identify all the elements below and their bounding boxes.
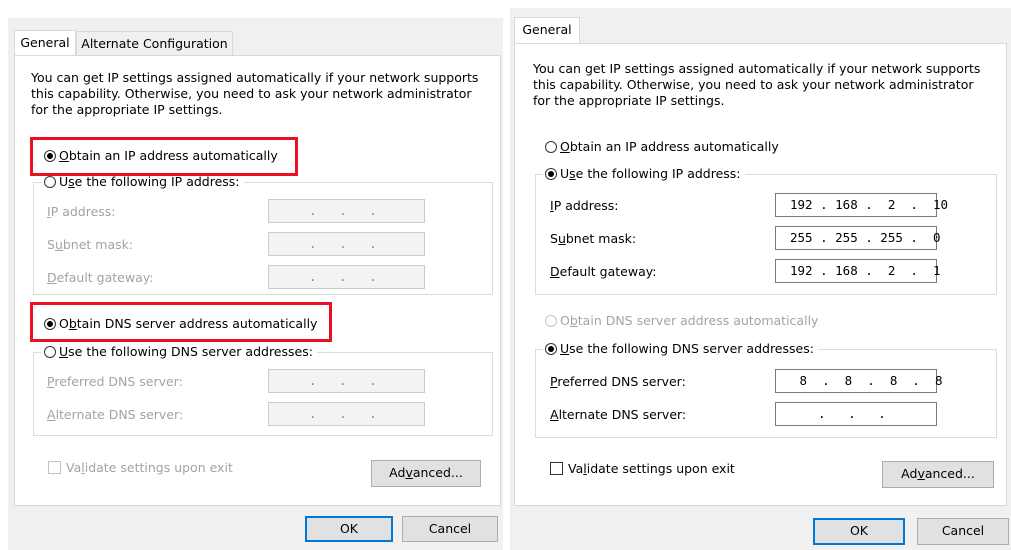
info-line: this capability. Otherwise, you need to … — [31, 86, 472, 101]
ip-address-field[interactable]: . . . — [268, 199, 425, 223]
obtain-ip-auto-radio[interactable]: Obtain an IP address automatically — [545, 138, 779, 156]
obtain-ip-auto-radio[interactable]: Obtain an IP address automatically — [44, 147, 278, 165]
advanced-button[interactable]: Advanced... — [371, 460, 481, 487]
right-dialog: General You can get IP settings assigned… — [508, 0, 1011, 550]
radio-unselected-icon — [44, 346, 56, 358]
ip-address-label: IP address: — [550, 198, 619, 213]
info-line: You can get IP settings assigned automat… — [533, 61, 981, 76]
use-following-dns-radio[interactable]: Use the following DNS server addresses: — [42, 343, 317, 361]
ok-button[interactable]: OK — [305, 516, 393, 542]
cancel-button[interactable]: Cancel — [917, 518, 1009, 545]
default-gateway-field[interactable]: 192 . 168 . 2 . 1 — [775, 259, 941, 283]
info-line: this capability. Otherwise, you need to … — [533, 77, 974, 92]
preferred-dns-label: Preferred DNS server: — [550, 374, 686, 389]
radio-selected-icon — [545, 343, 557, 355]
preferred-dns-field[interactable]: . . . — [268, 369, 425, 393]
obtain-dns-auto-radio[interactable]: Obtain DNS server address automatically — [44, 315, 317, 333]
tab-alternate-configuration[interactable]: Alternate Configuration — [76, 31, 233, 55]
info-line: You can get IP settings assigned automat… — [31, 70, 479, 85]
radio-unselected-icon — [44, 176, 56, 188]
radio-unselected-icon — [545, 141, 557, 153]
default-gateway-label: Default gateway: — [47, 270, 154, 285]
cancel-button[interactable]: Cancel — [402, 516, 498, 542]
alternate-dns-field[interactable]: . . . — [268, 402, 425, 426]
radio-selected-icon — [44, 150, 56, 162]
ok-button[interactable]: OK — [813, 518, 905, 545]
alternate-dns-field[interactable]: . . . — [775, 402, 937, 426]
checkbox-icon — [550, 462, 563, 475]
radio-selected-icon — [545, 168, 557, 180]
radio-selected-icon — [44, 318, 56, 330]
info-line: for the appropriate IP settings. — [533, 93, 725, 108]
subnet-mask-field[interactable]: 255 . 255 . 255 . 0 — [775, 226, 941, 250]
info-line: for the appropriate IP settings. — [31, 102, 223, 117]
use-following-ip-radio[interactable]: Use the following IP address: — [543, 165, 745, 183]
advanced-button[interactable]: Advanced... — [882, 461, 994, 488]
tab-general[interactable]: General — [514, 17, 580, 44]
preferred-dns-field[interactable]: 8 . 8 . 8 . 8 — [775, 369, 943, 393]
left-dialog: General Alternate Configuration You can … — [0, 0, 506, 550]
preferred-dns-label: Preferred DNS server: — [47, 374, 183, 389]
info-text: You can get IP settings assigned automat… — [533, 61, 980, 109]
checkbox-icon — [48, 461, 61, 474]
obtain-dns-auto-radio[interactable]: Obtain DNS server address automatically — [545, 312, 818, 330]
validate-settings-checkbox[interactable]: Validate settings upon exit — [48, 460, 233, 475]
use-following-ip-radio[interactable]: Use the following IP address: — [42, 173, 244, 191]
radio-unselected-icon — [545, 315, 557, 327]
alternate-dns-label: Alternate DNS server: — [550, 407, 687, 422]
validate-settings-checkbox[interactable]: Validate settings upon exit — [550, 461, 735, 476]
subnet-mask-field[interactable]: . . . — [268, 232, 425, 256]
subnet-mask-label: Subnet mask: — [47, 237, 134, 252]
subnet-mask-label: Subnet mask: — [550, 231, 637, 246]
default-gateway-field[interactable]: . . . — [268, 265, 425, 289]
alternate-dns-label: Alternate DNS server: — [47, 407, 184, 422]
default-gateway-label: Default gateway: — [550, 264, 657, 279]
use-following-dns-radio[interactable]: Use the following DNS server addresses: — [543, 340, 818, 358]
ip-address-label: IP address: — [47, 204, 116, 219]
tab-general[interactable]: General — [14, 30, 76, 56]
ip-address-field[interactable]: 192 . 168 . 2 . 10 — [775, 193, 948, 217]
info-text: You can get IP settings assigned automat… — [31, 70, 478, 118]
